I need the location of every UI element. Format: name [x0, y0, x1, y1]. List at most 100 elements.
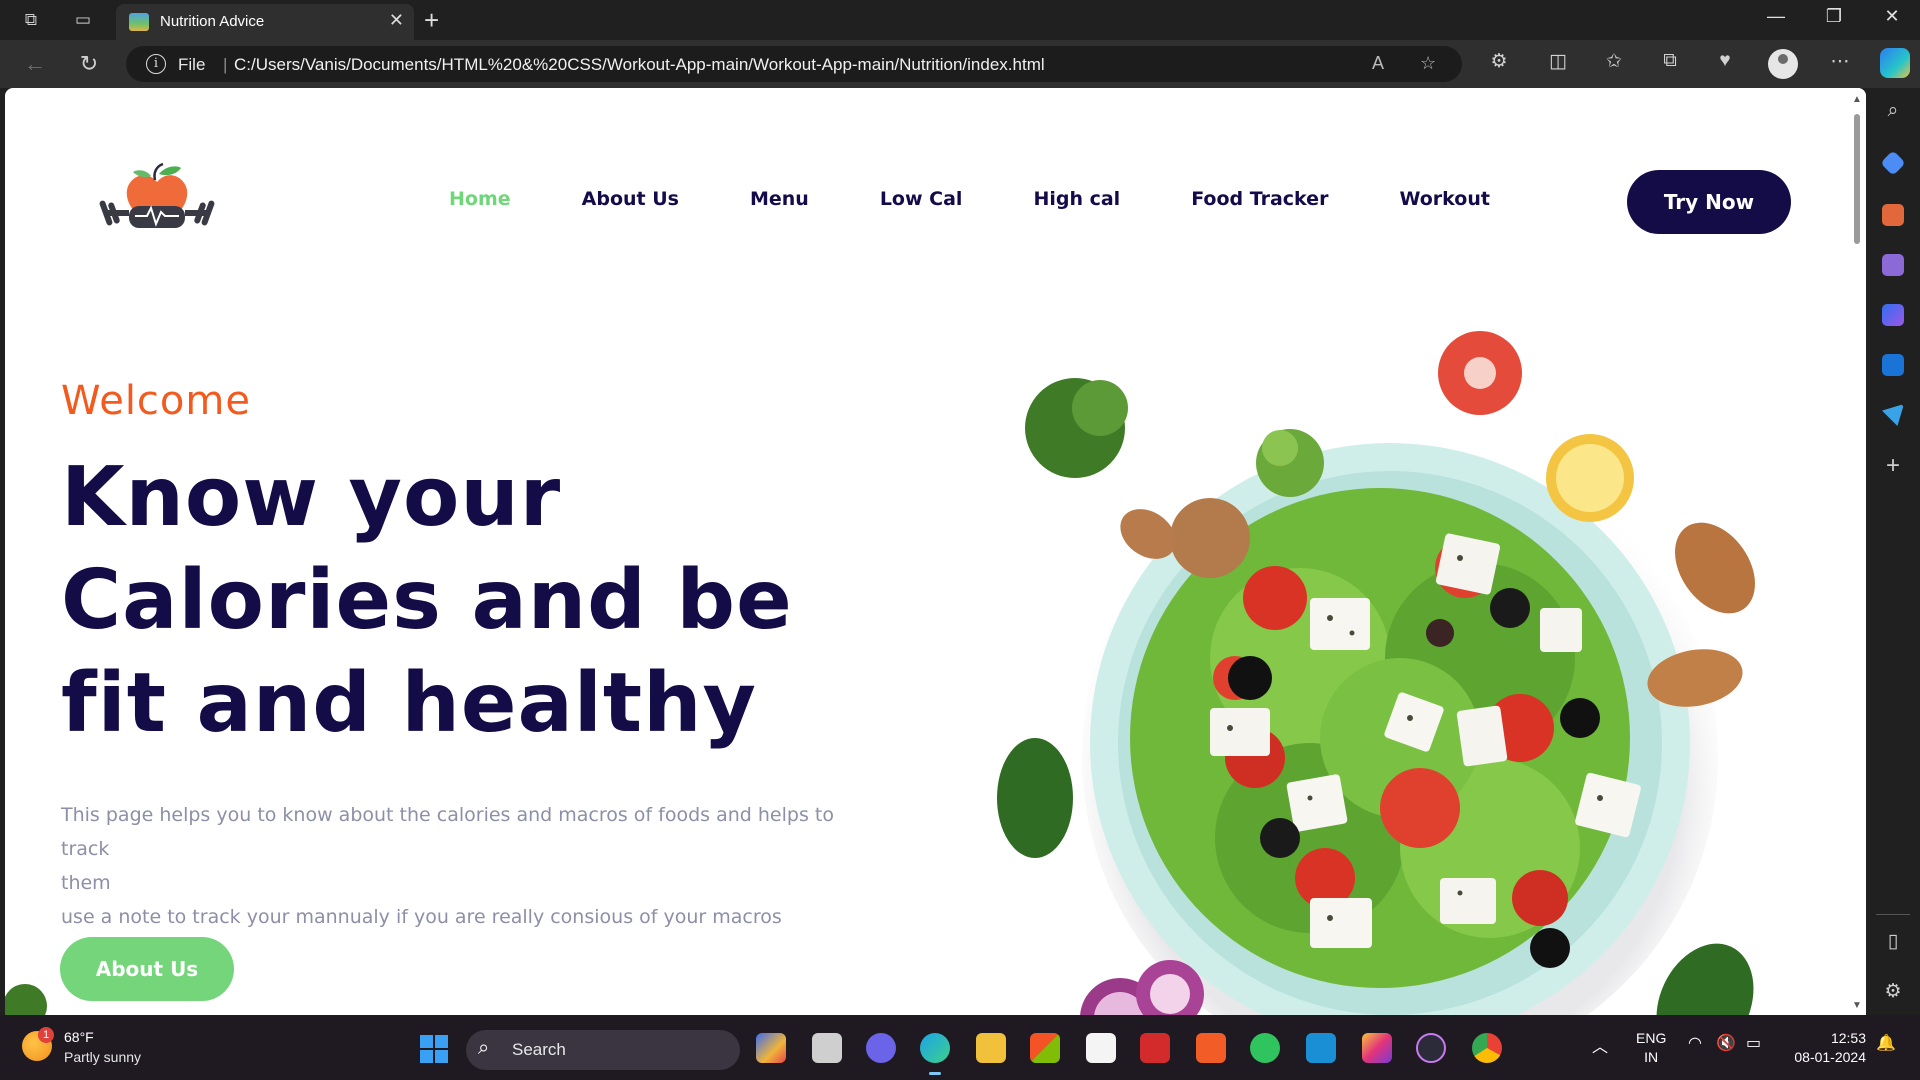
hero-headline-line-2: Calories and be: [61, 553, 793, 648]
taskbar-search-label: Search: [512, 1040, 566, 1059]
page-scrollbar[interactable]: ▲ ▼: [1848, 88, 1866, 1015]
browser-tab-bar: ⧉ ▭ Nutrition Advice ✕ + — ❐ ✕: [0, 0, 1920, 40]
tab-actions-icon[interactable]: ▭: [70, 8, 96, 32]
taskbar-store-icon[interactable]: [1030, 1033, 1060, 1063]
nav-link-food-tracker[interactable]: Food Tracker: [1191, 188, 1328, 210]
hero-description-line-1: This page helps you to know about the ca…: [61, 804, 834, 860]
taskbar-file-explorer-icon[interactable]: [976, 1033, 1006, 1063]
clock-date: 08-01-2024: [1794, 1049, 1866, 1065]
more-options-icon[interactable]: ⋯: [1825, 50, 1855, 73]
sidebar-add-icon[interactable]: +: [1880, 452, 1906, 480]
tab-close-icon[interactable]: ✕: [389, 10, 404, 31]
scroll-down-arrow-icon[interactable]: ▼: [1852, 1000, 1862, 1011]
wifi-icon[interactable]: ◠: [1688, 1033, 1702, 1053]
taskbar-search[interactable]: ⌕ Search: [466, 1030, 740, 1070]
site-logo[interactable]: [93, 160, 221, 242]
sidebar-send-icon[interactable]: [1882, 404, 1904, 426]
nav-link-workout[interactable]: Workout: [1399, 188, 1490, 210]
favorite-star-icon[interactable]: ☆: [1420, 53, 1436, 74]
nav-link-menu[interactable]: Menu: [750, 188, 809, 210]
address-scheme: File: [178, 55, 206, 74]
sidebar-shopping-icon[interactable]: [1880, 150, 1906, 176]
new-tab-button[interactable]: +: [424, 6, 439, 34]
taskbar-instagram-icon[interactable]: [1362, 1033, 1392, 1063]
weather-badge: 1: [38, 1027, 54, 1043]
sidebar-hide-icon[interactable]: ▯: [1880, 930, 1906, 953]
profile-avatar[interactable]: [1768, 49, 1798, 79]
system-clock[interactable]: 12:53 08-01-2024: [1786, 1029, 1866, 1067]
taskbar-task-view-icon[interactable]: [812, 1033, 842, 1063]
weather-description[interactable]: Partly sunny: [64, 1049, 141, 1065]
language-indicator[interactable]: ENG IN: [1636, 1029, 1666, 1067]
sidebar-games-icon[interactable]: [1882, 254, 1904, 276]
taskbar-mcafee-icon[interactable]: [1140, 1033, 1170, 1063]
taskbar-chrome-icon[interactable]: [1472, 1033, 1502, 1063]
split-screen-icon[interactable]: ◫: [1543, 50, 1573, 73]
about-us-button[interactable]: About Us: [60, 937, 234, 1001]
hero-welcome: Welcome: [61, 378, 251, 424]
taskbar-whatsapp-icon[interactable]: [1250, 1033, 1280, 1063]
language-primary: ENG: [1636, 1030, 1667, 1046]
read-aloud-icon[interactable]: A: [1372, 53, 1384, 74]
hero-description-line-2: them: [61, 872, 111, 894]
browser-tab[interactable]: Nutrition Advice ✕: [116, 4, 414, 40]
copilot-icon[interactable]: [1880, 48, 1910, 78]
windows-start-icon[interactable]: [420, 1035, 448, 1063]
taskbar-notepad-icon[interactable]: [1086, 1033, 1116, 1063]
battery-icon[interactable]: ▭: [1746, 1033, 1761, 1053]
nav-link-about-us[interactable]: About Us: [582, 188, 679, 210]
taskbar-active-indicator: [929, 1072, 941, 1075]
taskbar-teams-icon[interactable]: [866, 1033, 896, 1063]
try-now-button[interactable]: Try Now: [1627, 170, 1791, 234]
address-separator: |: [223, 55, 228, 74]
nav-link-high-cal[interactable]: High cal: [1033, 188, 1120, 210]
address-bar[interactable]: i File | C:/Users/Vanis/Documents/HTML%2…: [126, 46, 1462, 82]
scroll-thumb[interactable]: [1854, 114, 1860, 244]
sidebar-search-icon[interactable]: ⌕: [1880, 100, 1906, 122]
tray-overflow-icon[interactable]: ︿: [1592, 1033, 1608, 1057]
scroll-up-arrow-icon[interactable]: ▲: [1852, 94, 1862, 105]
back-arrow-icon[interactable]: ←: [20, 50, 50, 78]
hero-headline-line-3: fit and healthy: [61, 656, 757, 751]
nav-link-home[interactable]: Home: [449, 188, 511, 210]
main-nav: Home About Us Menu Low Cal High cal Food…: [449, 188, 1561, 210]
tab-favicon-icon: [129, 13, 149, 31]
refresh-icon[interactable]: ↻: [74, 50, 104, 78]
clock-time: 12:53: [1830, 1030, 1866, 1046]
salad-bowl-image: [997, 331, 1755, 1015]
nav-link-low-cal[interactable]: Low Cal: [880, 188, 963, 210]
workspaces-icon[interactable]: ⧉: [18, 8, 44, 32]
sidebar-outlook-icon[interactable]: [1882, 354, 1904, 376]
search-icon: ⌕: [478, 1037, 490, 1059]
address-url[interactable]: C:/Users/Vanis/Documents/HTML%20&%20CSS/…: [234, 55, 1045, 75]
collections-icon[interactable]: ⧉: [1655, 50, 1685, 72]
favorites-icon[interactable]: ✩: [1599, 50, 1629, 73]
hero-description-line-3: use a note to track your mannualy if you…: [61, 906, 782, 928]
browser-essentials-icon[interactable]: ♥: [1710, 50, 1740, 72]
taskbar-media-player-icon[interactable]: [1416, 1033, 1446, 1063]
sidebar-copilot-icon[interactable]: [1882, 304, 1904, 326]
page-viewport: Home About Us Menu Low Cal High cal Food…: [5, 88, 1866, 1015]
maximize-button[interactable]: ❐: [1814, 6, 1854, 27]
weather-temperature[interactable]: 68°F: [64, 1029, 94, 1045]
volume-muted-icon[interactable]: 🔇: [1716, 1033, 1736, 1053]
taskbar-edge-icon[interactable]: [920, 1033, 950, 1063]
sidebar-settings-icon[interactable]: ⚙: [1880, 980, 1906, 1003]
sidebar-tools-icon[interactable]: [1882, 204, 1904, 226]
hero-headline-line-1: Know your: [61, 450, 562, 545]
tab-title: Nutrition Advice: [160, 13, 265, 30]
notification-bell-icon[interactable]: 🔔: [1876, 1033, 1896, 1053]
taskbar-prime-video-icon[interactable]: [1306, 1033, 1336, 1063]
extensions-icon[interactable]: ⚙: [1484, 50, 1514, 73]
site-info-icon[interactable]: i: [146, 54, 166, 74]
taskbar-brave-icon[interactable]: [1196, 1033, 1226, 1063]
hero-description: This page helps you to know about the ca…: [61, 798, 881, 934]
language-secondary: IN: [1644, 1049, 1659, 1065]
close-window-button[interactable]: ✕: [1872, 6, 1912, 27]
sidebar-divider: [1876, 914, 1910, 915]
edge-sidebar: ⌕ + ▯ ⚙: [1866, 88, 1920, 1015]
taskbar-copilot-icon[interactable]: [756, 1033, 786, 1063]
minimize-button[interactable]: —: [1756, 6, 1796, 27]
browser-toolbar: ← ↻ i File | C:/Users/Vanis/Documents/HT…: [0, 40, 1920, 88]
windows-taskbar: 1 68°F Partly sunny ⌕ Search ︿ ENG IN ◠ …: [0, 1015, 1920, 1080]
